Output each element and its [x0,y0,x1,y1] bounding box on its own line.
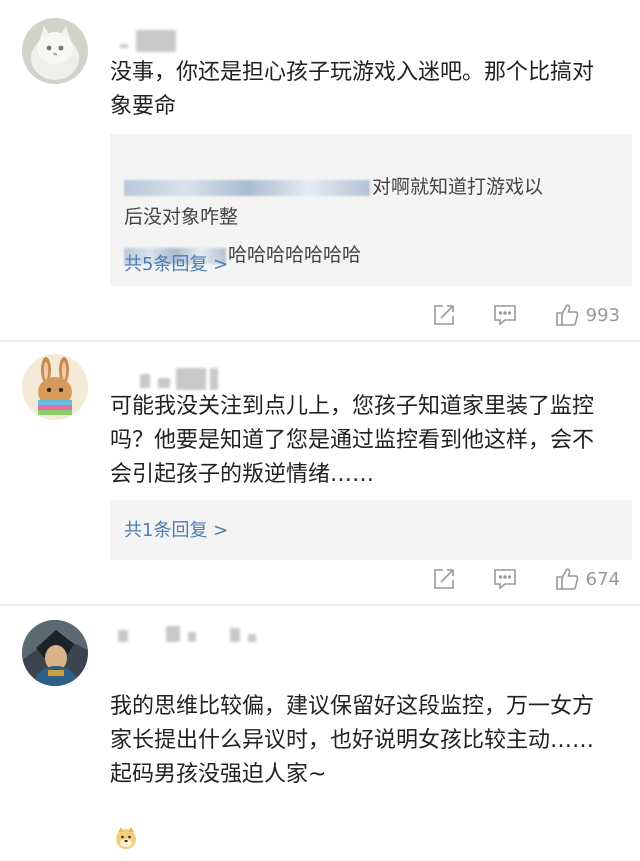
share-icon [433,305,454,325]
comment-text-content: 我的思维比较偏，建议保留好这段监控，万一女方 家长提出什么异议时，也好说明女孩比… [110,694,595,787]
like-button[interactable]: 674 [554,566,620,592]
comment-text: 我的思维比较偏，建议保留好这段监控，万一女方 家长提出什么异议时，也好说明女孩比… [110,656,630,861]
comment-icon [493,305,516,326]
like-count: 674 [585,568,620,590]
comment-icon [493,569,516,590]
action-bar: 674 [396,564,620,594]
username-blurred[interactable] [140,368,220,390]
action-bar: 993 [396,300,620,330]
reply-2-text: 哈哈哈哈哈哈哈 [228,244,362,266]
more-replies-link[interactable]: 共5条回复 > [124,250,228,276]
comment-button[interactable] [492,567,518,591]
more-replies-link[interactable]: 共1条回复 > [124,516,228,542]
avatar-cat[interactable] [22,18,88,84]
share-button[interactable] [432,303,456,327]
avatar-character[interactable] [22,620,88,686]
avatar-bunny[interactable] [22,354,88,420]
comment-button[interactable] [492,303,518,327]
reply-box: 对啊就知道打游戏以 后没对象咋整 哈哈哈哈哈哈哈 共5条回复 > [110,134,632,286]
share-icon [433,569,454,589]
username-blurred[interactable] [118,622,268,644]
thumbs-up-icon [555,568,578,590]
reply-username-blurred [124,179,370,196]
divider [0,340,640,342]
username-blurred[interactable] [120,30,180,52]
comment-text: 可能我没关注到点儿上，您孩子知道家里装了监控 吗？他要是知道了您是通过监控看到他… [110,394,595,487]
like-count: 993 [585,304,620,326]
divider [0,604,640,606]
doge-emoji-icon [114,792,138,861]
thumbs-up-icon [555,304,578,326]
comment-text: 没事，你还是担心孩子玩游戏入迷吧。那个比搞对 象要命 [110,60,595,119]
like-button[interactable]: 993 [554,302,620,328]
share-button[interactable] [432,567,456,591]
reply-box: 共1条回复 > [110,500,632,560]
